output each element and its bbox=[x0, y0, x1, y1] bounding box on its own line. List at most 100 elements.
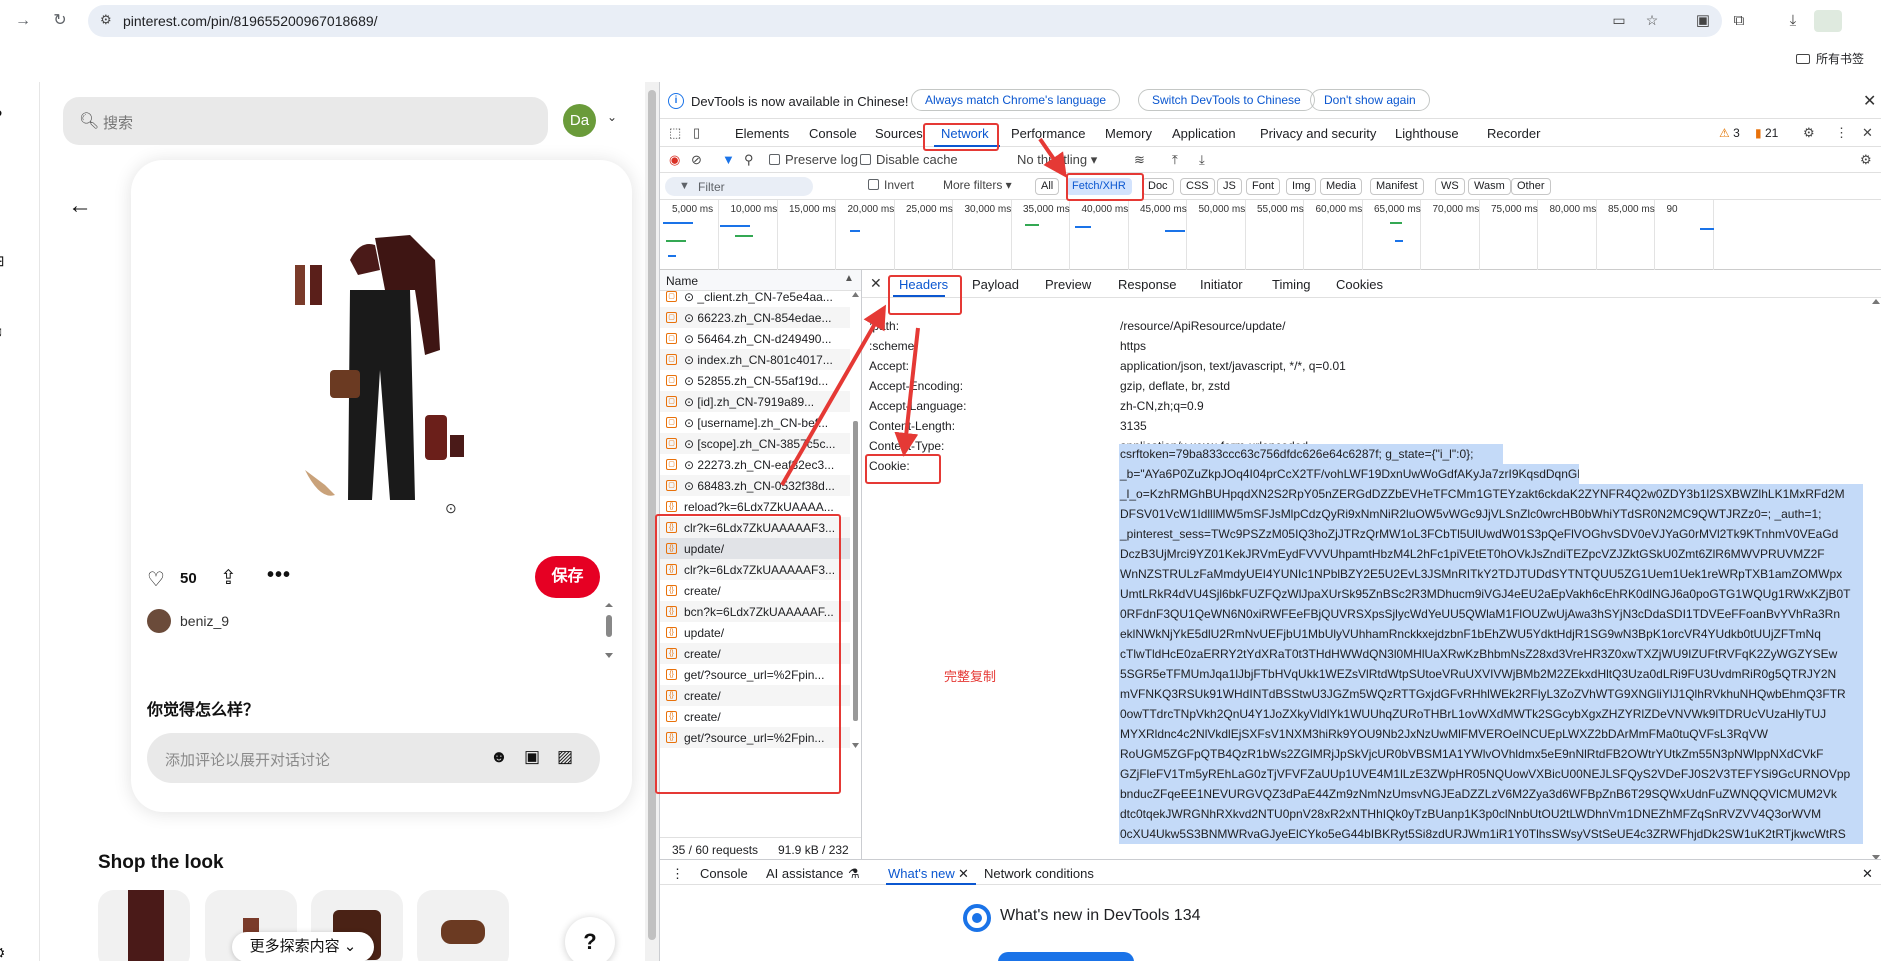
dont-show-button[interactable]: Don't show again bbox=[1310, 89, 1430, 111]
tab-elements[interactable]: Elements bbox=[735, 126, 789, 141]
drawer-tab-whats-new[interactable]: What's new bbox=[888, 866, 955, 881]
match-language-button[interactable]: Always match Chrome's language bbox=[911, 89, 1121, 111]
request-row[interactable]: ▢ ⊙ index.zh_CN-801c4017... bbox=[660, 349, 850, 370]
chevron-down-icon[interactable]: ⌄ bbox=[607, 110, 617, 124]
home-icon[interactable]: ⌂ bbox=[0, 182, 12, 202]
pin-image[interactable] bbox=[280, 230, 480, 510]
cast-icon[interactable]: ▭ bbox=[1610, 12, 1628, 30]
switch-chinese-button[interactable]: Switch DevTools to Chinese bbox=[1138, 89, 1315, 111]
help-button[interactable]: ? bbox=[565, 917, 615, 961]
header-value[interactable]: gzip, deflate, br, zstd bbox=[1120, 379, 1230, 393]
reload-icon[interactable]: ↻ bbox=[49, 10, 71, 32]
close-drawer-icon[interactable]: ✕ bbox=[1862, 866, 1873, 882]
tab-cookies[interactable]: Cookies bbox=[1336, 277, 1383, 292]
chip-wasm[interactable]: Wasm bbox=[1468, 178, 1511, 195]
close-devtools-icon[interactable]: ✕ bbox=[1862, 125, 1873, 141]
request-row[interactable]: ▢ ⊙ 56464.zh_CN-d249490... bbox=[660, 328, 850, 349]
request-row[interactable]: ▢ ⊙ _client.zh_CN-7e5e4aa... bbox=[660, 291, 850, 307]
sticker-icon[interactable]: ▣ bbox=[524, 747, 540, 767]
export-icon[interactable]: ⤓ bbox=[1199, 152, 1205, 168]
preserve-log-checkbox[interactable]: Preserve log bbox=[769, 152, 858, 167]
request-row[interactable]: ▢ ⊙ 68483.zh_CN-0532f38d... bbox=[660, 475, 850, 496]
tab-response[interactable]: Response bbox=[1118, 277, 1177, 292]
header-value[interactable]: 3135 bbox=[1120, 419, 1147, 433]
drawer-menu-icon[interactable]: ⋮ bbox=[671, 866, 684, 882]
visual-search-icon[interactable]: ⊙ bbox=[445, 500, 457, 517]
import-icon[interactable]: ⤒ bbox=[1172, 152, 1178, 168]
messages-icon[interactable]: ◔ bbox=[0, 396, 12, 416]
media-icon[interactable]: ▣ bbox=[1692, 10, 1714, 32]
disable-cache-checkbox[interactable]: Disable cache bbox=[860, 152, 958, 167]
device-toolbar-icon[interactable]: ▯ bbox=[693, 125, 700, 141]
filter-icon[interactable]: ▼ bbox=[722, 152, 735, 167]
url-text[interactable]: pinterest.com/pin/819655200967018689/ bbox=[123, 13, 378, 29]
more-filters-dropdown[interactable]: More filters ▾ bbox=[943, 178, 1012, 192]
image-icon[interactable]: ▨ bbox=[557, 747, 573, 767]
chip-js[interactable]: JS bbox=[1217, 178, 1242, 195]
bookmark-star-icon[interactable]: ☆ bbox=[1643, 12, 1661, 30]
chip-manifest[interactable]: Manifest bbox=[1370, 178, 1424, 195]
chip-img[interactable]: Img bbox=[1286, 178, 1317, 195]
author-avatar[interactable] bbox=[147, 609, 171, 633]
close-detail-icon[interactable]: ✕ bbox=[870, 275, 882, 292]
more-vert-icon[interactable]: ⋮ bbox=[1835, 125, 1848, 141]
chip-other[interactable]: Other bbox=[1511, 178, 1551, 195]
request-row[interactable]: ▢ ⊙ [username].zh_CN-bef... bbox=[660, 412, 850, 433]
shop-item[interactable] bbox=[417, 890, 509, 961]
settings-gear-icon[interactable]: ⚙ bbox=[1803, 125, 1815, 141]
explore-more-button[interactable]: 更多探索内容 ⌄ bbox=[232, 932, 374, 961]
pinterest-logo-icon[interactable]: P bbox=[0, 107, 12, 127]
header-value[interactable]: https bbox=[1120, 339, 1146, 353]
requests-header[interactable]: Name ▲ bbox=[660, 270, 861, 291]
create-icon[interactable]: ⊞ bbox=[0, 252, 12, 272]
tab-memory[interactable]: Memory bbox=[1105, 126, 1152, 141]
request-row[interactable]: ▢ ⊙ 22273.zh_CN-eaf32ec3... bbox=[660, 454, 850, 475]
panel-splitter[interactable] bbox=[861, 270, 862, 859]
chip-css[interactable]: CSS bbox=[1180, 178, 1215, 195]
back-arrow-icon[interactable]: ← bbox=[68, 192, 92, 220]
settings-icon[interactable]: ⚙ bbox=[0, 944, 12, 961]
search-icon[interactable]: ⚲ bbox=[744, 152, 754, 168]
tab-application[interactable]: Application bbox=[1172, 126, 1236, 141]
tab-payload[interactable]: Payload bbox=[972, 277, 1019, 292]
author-name[interactable]: beniz_9 bbox=[180, 613, 229, 629]
address-bar[interactable]: ⚙ pinterest.com/pin/819655200967018689/ … bbox=[88, 5, 1722, 37]
tab-recorder[interactable]: Recorder bbox=[1487, 126, 1540, 141]
heart-icon[interactable]: ♡ bbox=[147, 567, 165, 592]
request-row[interactable]: ▢ ⊙ 66223.zh_CN-854edae... bbox=[660, 307, 850, 328]
tab-preview[interactable]: Preview bbox=[1045, 277, 1091, 292]
network-conditions-icon[interactable]: ≋ bbox=[1134, 152, 1145, 168]
site-info-icon[interactable]: ⚙ bbox=[100, 12, 112, 28]
sort-icon[interactable]: ▲ bbox=[844, 273, 854, 284]
save-button[interactable]: 保存 bbox=[535, 556, 600, 598]
share-icon[interactable]: ⇪ bbox=[220, 565, 237, 590]
request-row[interactable]: ▢ ⊙ [id].zh_CN-7919a89... bbox=[660, 391, 850, 412]
issues-count[interactable]: ▮ 21 bbox=[1755, 126, 1778, 140]
tab-timing[interactable]: Timing bbox=[1272, 277, 1311, 292]
requests-scrollbar[interactable] bbox=[850, 291, 861, 749]
header-value[interactable]: /resource/ApiResource/update/ bbox=[1120, 319, 1285, 333]
card-scrollbar[interactable] bbox=[604, 603, 614, 658]
cookie-value-selection[interactable]: csrftoken=79ba833ccc63c756dfdc626e64c628… bbox=[1119, 444, 1863, 864]
record-icon[interactable]: ◉ bbox=[669, 152, 680, 168]
throttling-select[interactable]: No throttling ▾ bbox=[1017, 152, 1097, 168]
tab-sources[interactable]: Sources bbox=[875, 126, 923, 141]
drawer-tab-console[interactable]: Console bbox=[700, 866, 748, 881]
more-options-icon[interactable]: ••• bbox=[267, 564, 291, 587]
header-value[interactable]: zh-CN,zh;q=0.9 bbox=[1120, 399, 1204, 413]
close-icon[interactable]: ✕ bbox=[1863, 91, 1876, 111]
drawer-tab-ai-assistance[interactable]: AI assistance bbox=[766, 866, 843, 881]
notifications-icon[interactable]: ♫ bbox=[0, 324, 12, 344]
headers-scrollbar[interactable] bbox=[1870, 298, 1881, 861]
shop-item[interactable] bbox=[98, 890, 190, 961]
all-bookmarks[interactable]: 所有书签 bbox=[1796, 50, 1864, 67]
tab-initiator[interactable]: Initiator bbox=[1200, 277, 1243, 292]
request-row[interactable]: ▢ ⊙ [scope].zh_CN-3857c5c... bbox=[660, 433, 850, 454]
download-icon[interactable]: ⤓ bbox=[1782, 10, 1804, 32]
extensions-icon[interactable]: ⧉ bbox=[1728, 10, 1750, 32]
request-row[interactable]: ▢ ⊙ 52855.zh_CN-55af19d... bbox=[660, 370, 850, 391]
tab-lighthouse[interactable]: Lighthouse bbox=[1395, 126, 1459, 141]
chip-all[interactable]: All bbox=[1035, 178, 1060, 195]
pinterest-search[interactable]: 🔍︎ 搜索 bbox=[63, 97, 548, 145]
forward-icon[interactable]: → bbox=[12, 10, 34, 32]
